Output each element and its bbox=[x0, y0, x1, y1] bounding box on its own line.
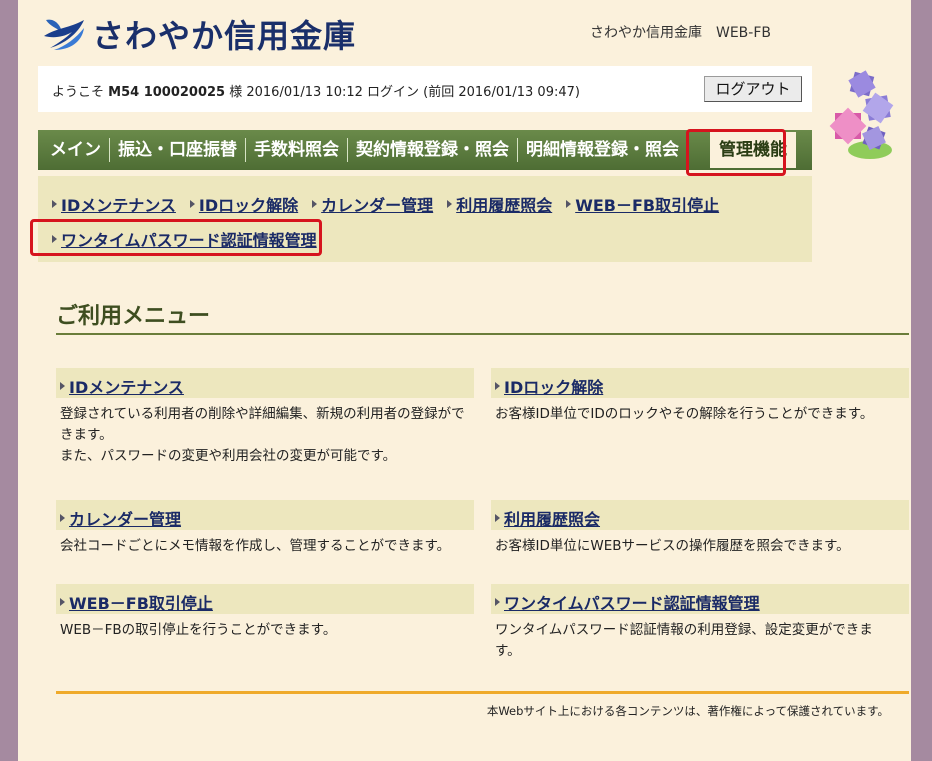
login-info: 様 2016/01/13 10:12 ログイン (前回 2016/01/13 0… bbox=[225, 85, 580, 100]
welcome-bar: ようこそ M54 100020025 様 2016/01/13 10:12 ログ… bbox=[38, 66, 812, 112]
subnav-link-webfb-stop[interactable]: WEB－FB取引停止 bbox=[566, 192, 719, 216]
triangle-right-icon bbox=[52, 235, 57, 243]
triangle-right-icon bbox=[60, 382, 65, 390]
page: さわやか信用金庫 さわやか信用金庫 WEB-FB ようこそ M54 100020… bbox=[18, 0, 911, 761]
triangle-right-icon bbox=[447, 200, 453, 208]
nav-item-transfer[interactable]: 振込・口座振替 bbox=[110, 138, 246, 162]
sub-nav: IDメンテナンス IDロック解除 カレンダー管理 利用履歴照会 WEB－FB取引… bbox=[38, 176, 812, 262]
subnav-link-label: カレンダー管理 bbox=[321, 196, 434, 215]
nav-item-fee-inquiry[interactable]: 手数料照会 bbox=[246, 138, 348, 162]
menu-title-divider bbox=[56, 333, 909, 335]
subnav-link-calendar[interactable]: カレンダー管理 bbox=[312, 192, 433, 216]
triangle-right-icon bbox=[566, 200, 572, 208]
subnav-link-id-maintenance[interactable]: IDメンテナンス bbox=[52, 192, 176, 216]
triangle-right-icon bbox=[495, 598, 500, 606]
triangle-right-icon bbox=[60, 598, 65, 606]
welcome-prefix: ようこそ bbox=[52, 85, 109, 100]
triangle-right-icon bbox=[495, 382, 500, 390]
card-link-webfb-stop[interactable]: WEB－FB取引停止 bbox=[69, 590, 213, 614]
sub-nav-row-2: ワンタイムパスワード認証情報管理 bbox=[52, 227, 331, 251]
subnav-link-otp-management[interactable]: ワンタイムパスワード認証情報管理 bbox=[52, 227, 317, 251]
triangle-right-icon bbox=[495, 514, 500, 522]
flower-decoration-icon bbox=[829, 70, 894, 159]
nav-item-contract-info[interactable]: 契約情報登録・照会 bbox=[348, 138, 518, 162]
menu-card-usage-history: 利用履歴照会 お客様ID単位にWEBサービスの操作履歴を照会できます。 bbox=[491, 500, 909, 557]
subnav-link-label: IDロック解除 bbox=[198, 196, 299, 215]
card-link-otp-management[interactable]: ワンタイムパスワード認証情報管理 bbox=[504, 590, 760, 614]
card-desc: ワンタイムパスワード認証情報の利用登録、設定変更ができます。 bbox=[495, 622, 873, 659]
menu-card-calendar: カレンダー管理 会社コードごとにメモ情報を作成し、管理することができます。 bbox=[56, 500, 474, 557]
subnav-link-label: 利用履歴照会 bbox=[456, 196, 553, 215]
bank-name: さわやか信用金庫 bbox=[92, 17, 357, 55]
card-link-usage-history[interactable]: 利用履歴照会 bbox=[504, 506, 600, 530]
user-id: M54 100020025 bbox=[108, 85, 226, 100]
triangle-right-icon bbox=[312, 200, 318, 208]
menu-card-otp-management: ワンタイムパスワード認証情報管理 ワンタイムパスワード認証情報の利用登録、設定変… bbox=[491, 584, 909, 662]
footer-divider bbox=[56, 691, 909, 694]
card-link-calendar[interactable]: カレンダー管理 bbox=[69, 506, 181, 530]
triangle-right-icon bbox=[52, 200, 57, 208]
nav-item-main[interactable]: メイン bbox=[42, 138, 110, 162]
card-link-id-maintenance[interactable]: IDメンテナンス bbox=[69, 374, 184, 398]
header: さわやか信用金庫 さわやか信用金庫 WEB-FB bbox=[18, 0, 911, 66]
subnav-link-label: IDメンテナンス bbox=[61, 196, 176, 215]
card-desc: お客様ID単位にWEBサービスの操作履歴を照会できます。 bbox=[495, 538, 850, 554]
site-name: さわやか信用金庫 WEB-FB bbox=[589, 25, 771, 41]
card-desc: お客様ID単位でIDのロックやその解除を行うことができます。 bbox=[495, 406, 874, 422]
subnav-link-label: WEB－FB取引停止 bbox=[575, 196, 720, 215]
card-desc: WEB－FBの取引停止を行うことができます。 bbox=[60, 622, 337, 638]
triangle-right-icon bbox=[60, 514, 65, 522]
copyright-notice: 本Webサイト上における各コンテンツは、著作権によって保護されています。 bbox=[486, 704, 889, 718]
card-desc: 登録されている利用者の削除や詳細編集、新規の利用者の登録ができます。 また、パス… bbox=[60, 406, 465, 464]
card-link-id-unlock[interactable]: IDロック解除 bbox=[504, 374, 603, 398]
subnav-link-usage-history[interactable]: 利用履歴照会 bbox=[447, 192, 552, 216]
menu-card-id-maintenance: IDメンテナンス 登録されている利用者の削除や詳細編集、新規の利用者の登録ができ… bbox=[56, 368, 474, 467]
nav-item-admin-active[interactable]: 管理機能 bbox=[710, 132, 796, 168]
sub-nav-row-1: IDメンテナンス IDロック解除 カレンダー管理 利用履歴照会 WEB－FB取引… bbox=[52, 192, 733, 216]
nav-item-statement-info[interactable]: 明細情報登録・照会 bbox=[518, 138, 687, 162]
menu-card-webfb-stop: WEB－FB取引停止 WEB－FBの取引停止を行うことができます。 bbox=[56, 584, 474, 641]
subnav-link-id-unlock[interactable]: IDロック解除 bbox=[189, 192, 299, 216]
logout-button[interactable]: ログアウト bbox=[704, 76, 802, 102]
subnav-link-label: ワンタイムパスワード認証情報管理 bbox=[61, 231, 317, 250]
menu-card-id-unlock: IDロック解除 お客様ID単位でIDのロックやその解除を行うことができます。 bbox=[491, 368, 909, 425]
menu-title: ご利用メニュー bbox=[56, 304, 211, 329]
main-nav: メイン 振込・口座振替 手数料照会 契約情報登録・照会 明細情報登録・照会 管理… bbox=[38, 130, 812, 170]
bank-logo[interactable]: さわやか信用金庫 bbox=[40, 12, 356, 56]
bank-logo-icon bbox=[44, 19, 84, 50]
card-desc: 会社コードごとにメモ情報を作成し、管理することができます。 bbox=[60, 538, 451, 554]
triangle-right-icon bbox=[189, 200, 195, 208]
